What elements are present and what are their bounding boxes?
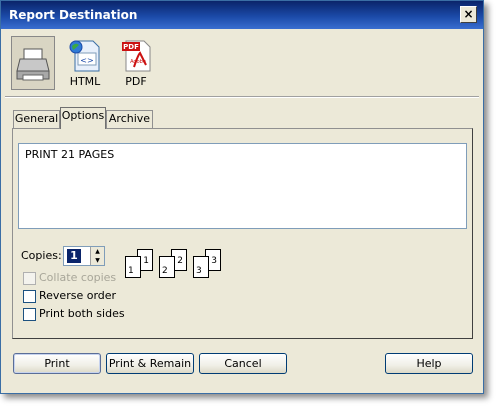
print-button[interactable]: Print — [13, 353, 101, 374]
help-button[interactable]: Help — [385, 353, 473, 374]
svg-text:PDF: PDF — [123, 43, 139, 51]
svg-text:<>: <> — [80, 56, 93, 65]
copies-up-button[interactable]: ▲ — [90, 247, 104, 256]
html-document-icon: <> — [69, 40, 100, 72]
printer-icon — [16, 48, 50, 81]
page-stack-3-icon: 3 3 — [193, 249, 223, 279]
tab-archive[interactable]: Archive — [106, 110, 153, 128]
report-destination-dialog: Report Destination × <> HTML PDF Adobe P… — [0, 0, 484, 394]
print-and-remain-button[interactable]: Print & Remain — [106, 353, 194, 374]
print-both-sides-checkbox[interactable] — [23, 308, 36, 321]
copies-value[interactable]: 1 — [67, 249, 81, 263]
tab-options[interactable]: Options — [60, 107, 106, 129]
notes-text-area[interactable]: PRINT 21 PAGES — [18, 143, 467, 229]
html-destination-button[interactable]: <> HTML — [65, 39, 105, 88]
copies-label: Copies: — [21, 249, 62, 262]
page-front: 2 — [159, 256, 175, 278]
close-button[interactable]: × — [460, 6, 477, 23]
html-destination-label: HTML — [69, 75, 101, 88]
printer-destination-button[interactable] — [11, 36, 55, 90]
reverse-order-label[interactable]: Reverse order — [39, 289, 116, 302]
pdf-destination-button[interactable]: PDF Adobe PDF — [116, 39, 156, 88]
dialog-title: Report Destination — [9, 8, 138, 22]
pdf-destination-label: PDF — [125, 75, 147, 88]
reverse-order-checkbox[interactable] — [23, 290, 36, 303]
collate-copies-label: Collate copies — [39, 271, 117, 284]
page-stack-2-icon: 2 2 — [159, 249, 189, 279]
tab-general[interactable]: General — [13, 110, 60, 128]
collate-copies-checkbox — [23, 272, 36, 285]
page-stack-1-icon: 1 1 — [125, 249, 155, 279]
pdf-document-icon: PDF Adobe — [122, 40, 151, 72]
page-front: 1 — [125, 256, 141, 278]
cancel-button[interactable]: Cancel — [199, 353, 287, 374]
svg-text:Adobe: Adobe — [130, 59, 146, 65]
separator — [5, 96, 479, 98]
print-both-sides-label[interactable]: Print both sides — [39, 307, 125, 320]
title-bar[interactable]: Report Destination × — [1, 1, 483, 29]
copies-down-button[interactable]: ▼ — [90, 256, 104, 265]
page-front: 3 — [193, 256, 209, 278]
copies-spinner[interactable]: 1 ▲ ▼ — [63, 246, 105, 266]
